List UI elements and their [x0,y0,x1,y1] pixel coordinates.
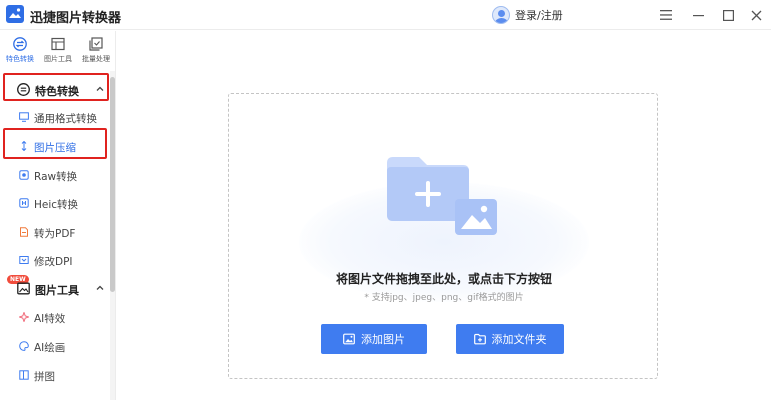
main-area: 将图片文件拖拽至此处，或点击下方按钮 * 支持jpg、jpeg、png、gif格… [117,31,771,400]
sidebar-item-ai-paint[interactable]: AI绘画 [0,332,110,360]
tab-label: 批量处理 [82,55,110,63]
close-icon [751,10,761,20]
menu-button[interactable] [656,5,676,25]
close-button[interactable] [746,5,766,25]
avatar-icon [492,6,510,24]
login-label: 登录/注册 [515,9,563,22]
section-label: 图片工具 [35,284,79,297]
login-button[interactable]: 登录/注册 [492,5,563,25]
app-title: 迅捷图片转换器 [30,11,122,26]
sidebar-item-raw-convert[interactable]: Raw转换 [0,161,110,189]
collage-icon [19,370,29,380]
sidebar-item-label: 修改DPI [34,256,73,268]
minimize-button[interactable] [688,5,708,25]
pdf-icon [20,227,28,237]
tab-label: 图片工具 [44,55,72,63]
image-icon [17,282,30,295]
sidebar-item-heic-convert[interactable]: Heic转换 [0,189,110,217]
convert-icon [13,37,27,51]
minimize-icon [692,14,704,16]
sidebar-item-label: 拼图 [34,371,55,383]
sidebar-item-label: AI特效 [34,313,66,325]
image-icon [343,333,355,345]
batch-icon [89,37,103,51]
sidebar-item-label: 转为PDF [34,228,76,240]
heic-icon [19,198,29,208]
chevron-up-icon [96,285,104,290]
drop-zone[interactable]: 将图片文件拖拽至此处，或点击下方按钮 * 支持jpg、jpeg、png、gif格… [228,93,658,379]
title-bar: 迅捷图片转换器 登录/注册 [0,0,771,30]
sidebar: 特色转换 图片工具 批量处理 特色转换 通用格式转换 图片压缩 Raw转换 He… [0,31,116,400]
drop-zone-title: 将图片文件拖拽至此处，或点击下方按钮 [335,272,552,286]
sidebar-item-to-pdf[interactable]: 转为PDF [0,218,110,246]
top-tabs: 特色转换 图片工具 批量处理 [0,31,116,71]
maximize-icon [722,9,734,21]
drop-zone-hint: * 支持jpg、jpeg、png、gif格式的图片 [364,293,524,303]
sidebar-item-label: AI绘画 [34,342,66,354]
raw-icon [19,170,29,180]
section-image-tools[interactable]: 图片工具 [0,274,110,304]
ai-effect-icon [19,312,29,322]
sidebar-item-format-convert[interactable]: 通用格式转换 [0,103,110,131]
sidebar-item-label: Raw转换 [34,171,78,183]
add-image-label: 添加图片 [361,333,405,346]
maximize-button[interactable] [718,5,738,25]
sidebar-item-label: Heic转换 [34,199,79,211]
folder-add-image-icon [387,157,497,235]
selected-item-highlight [3,128,107,159]
folder-add-icon [473,333,486,345]
sidebar-item-collage[interactable]: 拼图 [0,361,110,389]
image-tool-icon [51,37,65,51]
tab-featured-convert[interactable]: 特色转换 [2,37,38,69]
monitor-icon [19,112,29,122]
add-image-button[interactable]: 添加图片 [321,324,427,354]
add-folder-label: 添加文件夹 [491,333,547,346]
ai-paint-icon [19,341,29,351]
scrollbar-thumb[interactable] [110,77,115,292]
app-logo-icon [6,5,24,23]
hamburger-menu-icon [660,10,672,20]
section-highlight [3,73,109,101]
dpi-icon [19,256,29,264]
tab-image-tools[interactable]: 图片工具 [40,37,76,69]
sidebar-item-ai-effect[interactable]: AI特效 [0,303,110,331]
sidebar-item-modify-dpi[interactable]: 修改DPI [0,246,110,274]
add-folder-button[interactable]: 添加文件夹 [456,324,564,354]
sidebar-item-label: 通用格式转换 [34,113,97,125]
tab-batch-process[interactable]: 批量处理 [78,37,114,69]
tab-label: 特色转换 [6,55,34,63]
